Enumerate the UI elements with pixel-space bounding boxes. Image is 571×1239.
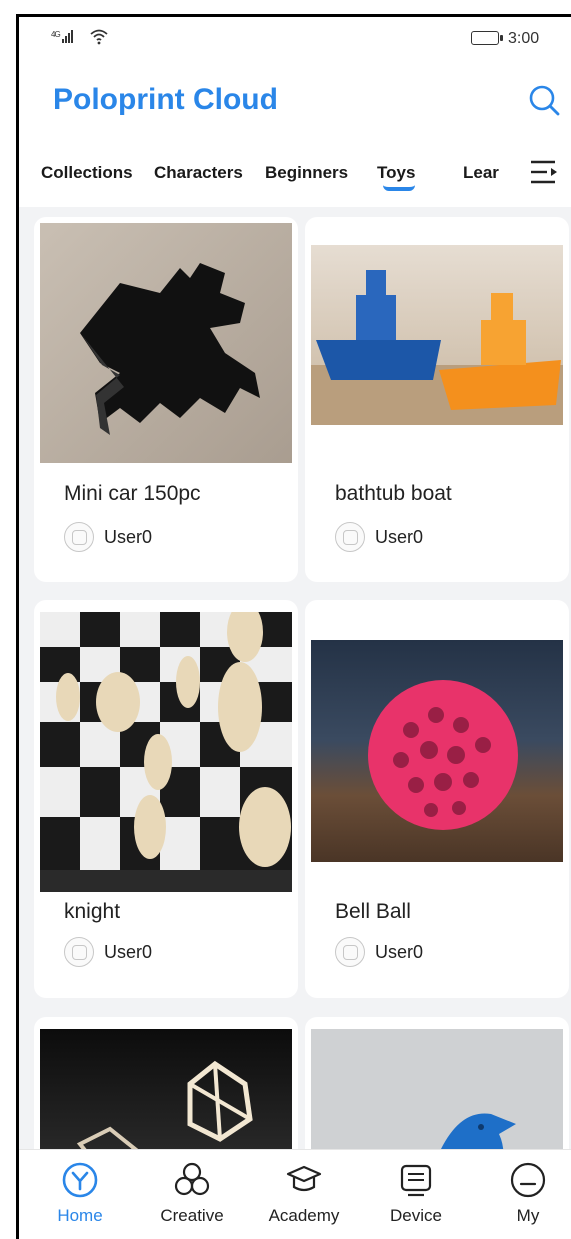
nav-home[interactable]: Home [35,1160,125,1226]
card-author: User0 [64,522,152,552]
nav-device[interactable]: Device [371,1160,461,1226]
status-time: 3:00 [508,30,540,47]
avatar [64,522,94,552]
card-image [40,612,292,892]
tab-lear[interactable]: Lear [463,163,499,183]
card-image [311,245,563,425]
tab-beginners[interactable]: Beginners [265,163,348,183]
author-name: User0 [104,941,153,962]
tab-toys[interactable]: Toys [377,163,415,183]
nav-my[interactable]: My [483,1160,571,1226]
tab-characters[interactable]: Characters [154,163,243,183]
status-bar: 4G 3:00 [19,17,571,67]
card-image [311,640,563,862]
author-name: User0 [375,526,424,547]
author-name: User0 [375,941,424,962]
card-image [40,223,292,463]
app-screen: 4G 3:00 Poloprint Cloud Collections Char… [16,14,571,1239]
avatar [64,937,94,967]
bottom-navigation: Home Creative Academy Device My [19,1149,571,1239]
model-card[interactable]: knight User0 [34,600,298,998]
card-author: User0 [335,937,423,967]
tab-collections[interactable]: Collections [41,163,133,183]
home-icon [62,1162,98,1198]
card-author: User0 [64,937,152,967]
wifi-icon [90,29,108,45]
app-title: Poloprint Cloud [53,83,278,116]
model-card[interactable]: bathtub boat User0 [305,217,569,582]
model-card[interactable]: Bell Ball User0 [305,600,569,998]
card-title: bathtub boat [335,482,452,505]
my-icon [510,1162,546,1198]
search-icon[interactable] [527,83,561,117]
academy-icon [286,1165,322,1192]
creative-icon [174,1162,210,1196]
battery-icon [471,31,503,45]
category-tabs: Collections Characters Beginners Toys Le… [19,157,571,197]
device-icon [400,1164,432,1197]
author-name: User0 [104,526,153,547]
active-tab-indicator [383,185,415,191]
nav-creative[interactable]: Creative [147,1160,237,1226]
card-author: User0 [335,522,423,552]
signal-icon: 4G [51,30,74,43]
model-card[interactable]: Mini car 150pc User0 [34,217,298,582]
nav-academy[interactable]: Academy [259,1160,349,1226]
avatar [335,522,365,552]
avatar [335,937,365,967]
more-categories-icon[interactable] [527,157,561,187]
card-title: knight [64,900,121,923]
card-title: Bell Ball [335,900,411,923]
card-title: Mini car 150pc [64,482,201,505]
